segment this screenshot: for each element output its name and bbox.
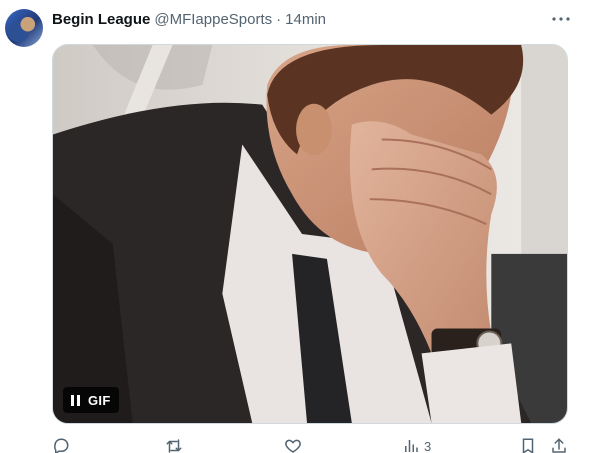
reply-button[interactable] [52,436,70,453]
views-count: 3 [424,438,432,453]
like-button[interactable] [284,436,302,453]
action-bar: 3 [52,436,584,453]
bookmark-button[interactable] [520,436,536,453]
pause-icon[interactable] [71,394,80,406]
bookmark-icon [522,438,534,453]
gif-media[interactable]: GIF [52,44,568,424]
gif-badge: GIF [88,392,111,408]
gif-controls: GIF [63,387,119,413]
more-options-button[interactable] [550,10,572,28]
separator-dot: · [276,10,282,28]
share-button[interactable] [550,436,568,453]
repost-icon [166,439,182,453]
repost-button[interactable] [164,436,184,453]
like-icon [285,439,301,453]
user-handle[interactable]: @MFIappeSports [154,11,272,28]
share-icon [552,438,566,453]
display-name[interactable]: Begin League [52,11,150,28]
views-button[interactable]: 3 [402,436,431,453]
avatar[interactable] [5,9,43,47]
views-icon [405,440,418,452]
timestamp[interactable]: 14min [285,11,326,28]
more-icon [552,17,570,21]
reply-icon [54,438,69,453]
gif-frame-image [53,45,567,423]
post-header: Begin League @MFIappeSports · 14min [52,9,326,29]
